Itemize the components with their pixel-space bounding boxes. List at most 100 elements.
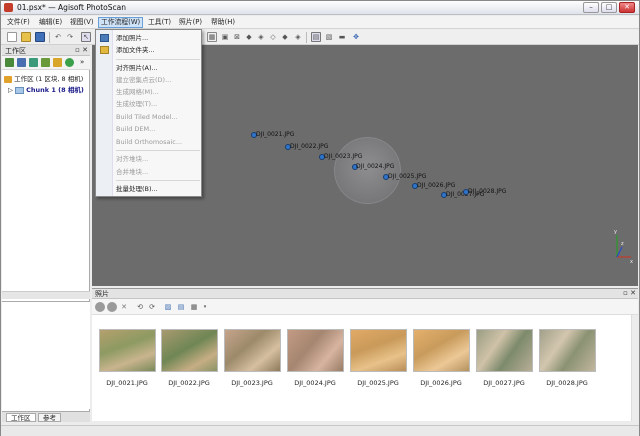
camera-label: DJI_0026.JPG <box>417 182 456 189</box>
photo-thumbnail[interactable] <box>539 329 596 372</box>
menu-batch-process[interactable]: 批量处理(B)... <box>116 184 158 194</box>
info-icon[interactable] <box>53 58 62 67</box>
menu-edit[interactable]: 编辑(E) <box>37 17 64 28</box>
workspace-toolbar: » <box>2 56 90 70</box>
photo-thumbnail[interactable] <box>476 329 533 372</box>
add-chunk-icon[interactable] <box>5 58 14 67</box>
enable-camera-icon[interactable] <box>95 302 105 312</box>
tab-reference[interactable]: 参考 <box>38 413 61 422</box>
axis-label-y: y <box>614 229 617 235</box>
menu-build-texture: 生成纹理(T)... <box>116 100 158 108</box>
photo-label: DJI_0022.JPG <box>168 379 210 387</box>
rotate-right-icon[interactable]: ⟳ <box>147 302 157 312</box>
workspace-root[interactable]: 工作区 (1 区块, 8 相机) <box>4 73 83 83</box>
menu-separator <box>116 150 200 151</box>
float-icon[interactable]: ▫ <box>623 289 628 297</box>
panel-close-icon[interactable]: ✕ <box>82 46 88 54</box>
workspace-panel-title: 工作区 <box>5 47 26 55</box>
workspace-panel-controls: ▫ ✕ <box>75 46 88 54</box>
more-icon[interactable]: » <box>80 58 84 66</box>
camera-label: DJI_0022.JPG <box>290 143 329 150</box>
menu-view[interactable]: 视图(V) <box>68 17 96 28</box>
menu-align-photos[interactable]: 对齐照片(A)... <box>116 63 158 73</box>
photo-thumbnail[interactable] <box>99 329 156 372</box>
maximize-button[interactable]: □ <box>601 2 617 13</box>
solid-view-icon[interactable]: ◈ <box>256 32 266 42</box>
grid-view-icon[interactable]: ▦ <box>207 32 217 42</box>
axis-z-line <box>616 246 623 258</box>
add-photos-icon[interactable] <box>17 58 26 67</box>
panel-close-icon[interactable]: ✕ <box>630 289 636 297</box>
region-icon[interactable]: ▬ <box>337 32 347 42</box>
open-folder-icon[interactable] <box>21 32 31 42</box>
photo-thumbnail[interactable] <box>350 329 407 372</box>
menu-add-folder[interactable]: 添加文件夹... <box>116 45 155 55</box>
show-images-icon[interactable]: ▧ <box>324 32 334 42</box>
shaded-view-icon[interactable]: ◆ <box>244 32 254 42</box>
menu-build-orthomosaic: Build Orthomosaic... <box>116 138 183 146</box>
photos-scrollbar[interactable] <box>631 315 638 421</box>
title-bar[interactable]: 01.psx* — Agisoft PhotoScan – □ ✕ <box>1 1 639 15</box>
photo-thumbnail[interactable] <box>287 329 344 372</box>
workspace-scrollbar[interactable] <box>2 291 90 299</box>
camera-label: DJI_0021.JPG <box>256 131 295 138</box>
select-tool-icon[interactable]: ↖ <box>81 32 91 42</box>
window-controls: – □ ✕ <box>583 2 635 13</box>
add-marker-icon[interactable] <box>29 58 38 67</box>
photo-label: DJI_0021.JPG <box>106 379 148 387</box>
window-title: 01.psx* — Agisoft PhotoScan <box>17 3 126 12</box>
redo-icon[interactable]: ↷ <box>65 32 75 42</box>
rotate-left-icon[interactable]: ⟲ <box>135 302 145 312</box>
menu-help[interactable]: 帮助(H) <box>209 17 237 28</box>
chunk-1-row[interactable]: ▷ Chunk 1 (8 相机) <box>8 84 84 94</box>
undo-icon[interactable]: ↶ <box>53 32 63 42</box>
menu-tools[interactable]: 工具(T) <box>146 17 173 28</box>
view-cross-icon[interactable]: ⊠ <box>232 32 242 42</box>
menu-separator <box>116 180 200 181</box>
float-icon[interactable]: ▫ <box>75 46 80 54</box>
workspace-panel: 工作区 ▫ ✕ » 工作区 (1 区块, 8 相机) ▷ Chunk 1 (8 … <box>2 45 90 422</box>
photos-panel-header: 照片 ▫ ✕ <box>92 289 638 299</box>
photo-thumbnail[interactable] <box>224 329 281 372</box>
axis-label-x: x <box>630 259 633 263</box>
show-cameras-icon[interactable]: ▤ <box>311 32 321 42</box>
wireframe-view-icon[interactable]: ◇ <box>268 32 278 42</box>
photoscan-app-icon <box>4 3 13 12</box>
photo-thumbnail[interactable] <box>161 329 218 372</box>
minimize-button[interactable]: – <box>583 2 599 13</box>
photos-panel-controls: ▫ ✕ <box>623 289 636 297</box>
add-folder-icon <box>100 46 109 54</box>
chevron-down-icon[interactable]: ▾ <box>200 302 210 312</box>
menu-build-dem: Build DEM... <box>116 125 156 133</box>
save-icon[interactable] <box>35 32 45 42</box>
view-point-icon[interactable]: ▣ <box>220 32 230 42</box>
menu-separator <box>116 59 200 60</box>
toolbar-separator <box>49 32 50 43</box>
remove-camera-icon[interactable]: ✕ <box>119 302 129 312</box>
app-window: 01.psx* — Agisoft PhotoScan – □ ✕ 文件(F) … <box>0 0 640 436</box>
view-list-icon[interactable]: ▤ <box>176 302 186 312</box>
menu-add-photos[interactable]: 添加照片... <box>116 33 148 43</box>
textured-view-icon[interactable]: ◆ <box>280 32 290 42</box>
view-image-icon[interactable]: ▨ <box>163 302 173 312</box>
close-button[interactable]: ✕ <box>619 2 635 13</box>
status-icon[interactable] <box>65 58 74 67</box>
add-shape-icon[interactable] <box>41 58 50 67</box>
menu-photos[interactable]: 照片(P) <box>177 17 204 28</box>
menu-file[interactable]: 文件(F) <box>5 17 32 28</box>
menu-workflow[interactable]: 工作流程(W) <box>98 17 144 28</box>
photo-thumbnail[interactable] <box>413 329 470 372</box>
disable-camera-icon[interactable] <box>107 302 117 312</box>
menu-bar: 文件(F) 编辑(E) 视图(V) 工作流程(W) 工具(T) 照片(P) 帮助… <box>1 16 639 29</box>
photo-label: DJI_0024.JPG <box>294 379 336 387</box>
expand-arrow-icon[interactable]: ▷ <box>8 86 13 94</box>
move-region-icon[interactable]: ✥ <box>351 32 361 42</box>
trackball-sphere[interactable] <box>334 137 401 204</box>
axis-gizmo: z y x <box>614 229 633 263</box>
new-file-icon[interactable] <box>7 32 17 42</box>
photo-label: DJI_0023.JPG <box>231 379 273 387</box>
tab-workspace[interactable]: 工作区 <box>6 413 36 422</box>
dem-view-icon[interactable]: ◈ <box>293 32 303 42</box>
thumbnail-size-icon[interactable]: ▦ <box>189 302 199 312</box>
camera-label: DJI_0028.JPG <box>468 188 507 195</box>
